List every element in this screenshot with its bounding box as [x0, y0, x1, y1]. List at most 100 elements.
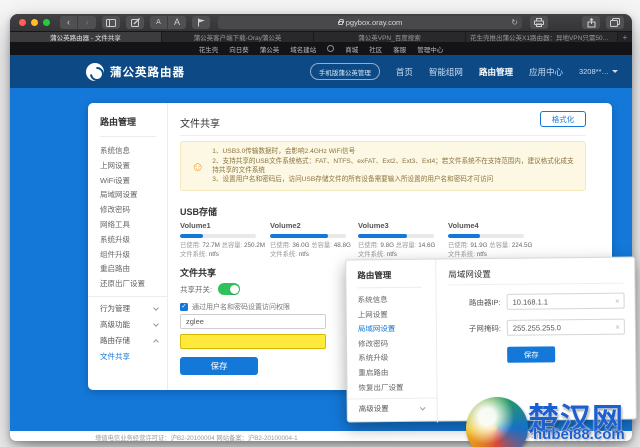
smiley-icon: ☺ [191, 158, 205, 174]
page-title: 文件共享 [180, 119, 220, 130]
popup-group-advanced[interactable]: 高级设置 [359, 402, 426, 417]
refresh-icon[interactable]: ↻ [511, 18, 518, 27]
topbar-link-mall[interactable]: 商城 [345, 44, 358, 54]
popup-title: 局域网设置 [448, 268, 491, 280]
account-menu[interactable]: 3208**… [579, 67, 618, 76]
sidebar-item-comp-upgrade[interactable]: 组件升级 [100, 248, 167, 263]
compose-button[interactable] [126, 16, 144, 29]
zoom-window-button[interactable] [43, 19, 50, 26]
auth-checkbox-checked[interactable]: ✓ [180, 303, 188, 311]
volume-stats: 已使用: 36.0G 总容量: 48.8G 文件系统: ntfs [270, 242, 351, 258]
clear-icon[interactable]: × [615, 322, 620, 331]
chevron-down-icon [153, 321, 159, 327]
account-name: 3208**… [578, 67, 609, 76]
sidebar-item-internet[interactable]: 上网设置 [100, 159, 167, 174]
tab-client-download[interactable]: 蒲公英客户端下载-Oray蒲公英 [162, 32, 314, 42]
tab-overview-button[interactable] [606, 16, 624, 29]
popup-item-lan-active[interactable]: 局域网设置 [358, 322, 436, 337]
popup-save-button[interactable]: 保存 [507, 346, 556, 363]
usb-storage-heading: USB存储 [180, 207, 218, 217]
sidebar-item-sys-upgrade[interactable]: 系统升级 [100, 233, 167, 248]
license-text: 增值电信业务经营许可证：沪B2-20100004 网站备案：沪B2-201000… [95, 435, 298, 442]
popup-item-password[interactable]: 修改密码 [358, 336, 436, 351]
tab-baidu-search[interactable]: 蒲公英VPN_百度搜索 [314, 32, 466, 42]
lock-icon [337, 18, 344, 25]
divider [357, 286, 422, 289]
notice-line-3: 3、设置用户名和密码后，访问USB存储文件的所有设备需要输入所设置的用户名和密码… [212, 176, 494, 184]
router-ip-label: 路由器IP: [468, 297, 501, 307]
sidebar-item-factory-reset[interactable]: 还原出厂设置 [100, 277, 167, 292]
sidebar-item-wifi[interactable]: WiFi设置 [100, 174, 167, 189]
topbar-link-community[interactable]: 社区 [369, 44, 382, 54]
new-tab-button[interactable]: + [618, 32, 632, 42]
sidebar-item-system-info[interactable]: 系统信息 [100, 144, 167, 159]
topbar-link-console[interactable]: 管理中心 [417, 44, 443, 54]
subnet-mask-value: 255.255.255.0 [512, 322, 561, 333]
volume-name: Volume2 [270, 221, 301, 230]
increase-font-button[interactable]: A [168, 16, 186, 29]
volume-progressbar [448, 234, 524, 238]
back-button[interactable]: ‹ [60, 16, 78, 29]
sidebar-group-behavior[interactable]: 行为管理 [100, 301, 159, 317]
popup-item-factory-reset[interactable]: 恢复出厂设置 [358, 380, 436, 395]
popup-item-reboot[interactable]: 重启路由 [358, 366, 436, 381]
address-bar[interactable]: pgybox.oray.com ↻ [218, 16, 522, 29]
nav-smart-network[interactable]: 智能组网 [429, 66, 463, 78]
divider [100, 136, 156, 137]
pencil-icon [130, 18, 140, 27]
sidebar-item-file-sharing-active[interactable]: 文件共享 [100, 349, 167, 365]
dandelion-logo-icon [86, 62, 104, 81]
save-button[interactable]: 保存 [180, 357, 258, 375]
sidebar-item-reboot[interactable]: 重启路由 [100, 262, 167, 277]
sidebar-item-lan[interactable]: 局域网设置 [100, 188, 167, 203]
popup-item-internet[interactable]: 上网设置 [358, 307, 436, 322]
volume-name: Volume4 [448, 221, 479, 230]
router-sidebar: 路由管理 系统信息 上网设置 WiFi设置 局域网设置 修改密码 网络工具 系统… [88, 103, 168, 390]
popup-item-sys-upgrade[interactable]: 系统升级 [358, 351, 436, 366]
nav-router-manage[interactable]: 路由管理 [479, 66, 513, 78]
nav-home[interactable]: 首页 [396, 66, 413, 78]
volume-name: Volume3 [358, 221, 389, 230]
divider [347, 397, 438, 400]
topbar-link-support[interactable]: 客服 [393, 44, 406, 54]
sidebar-item-net-tools[interactable]: 网络工具 [100, 218, 167, 233]
username-input[interactable] [180, 314, 326, 329]
popup-item-system-info[interactable]: 系统信息 [358, 293, 436, 308]
divider [448, 282, 625, 286]
tab-file-sharing[interactable]: 蒲公英路由器 - 文件共享 [10, 32, 162, 42]
brand[interactable]: 蒲公英路由器 [86, 62, 185, 81]
subnet-mask-label: 子网掩码: [468, 323, 501, 333]
share-button[interactable] [582, 16, 600, 29]
close-window-button[interactable] [19, 19, 26, 26]
tab-news-article[interactable]: 花生壳推出蒲公英X1路由器：异地VPN只需50秒_... [466, 32, 618, 42]
extension-button[interactable] [192, 16, 210, 29]
format-button[interactable]: 格式化 [540, 111, 586, 127]
router-ip-value: 10.168.1.1 [512, 296, 549, 307]
mobile-manage-pill[interactable]: 手机版蒲公英管理 [309, 63, 380, 80]
password-input-highlighted[interactable] [180, 334, 326, 349]
topbar-link-domain[interactable]: 域名建站 [290, 44, 316, 54]
tabs-icon [610, 18, 620, 27]
router-ip-input[interactable]: 10.168.1.1 × [506, 292, 625, 310]
share-switch-label: 共享开关: [180, 284, 213, 294]
print-button[interactable] [530, 16, 548, 29]
topbar-link-xiangrikui[interactable]: 向日葵 [229, 44, 249, 54]
sidebar-item-password[interactable]: 修改密码 [100, 203, 167, 218]
decrease-font-button[interactable]: A [150, 16, 168, 29]
screenshot-stage: ‹ › A A pgybox.oray.com ↻ 蒲公英路由器 - 文件共享 … [0, 0, 640, 447]
sidebar-group-storage[interactable]: 路由存储 [100, 333, 159, 349]
forward-button[interactable]: › [78, 16, 96, 29]
subnet-mask-input[interactable]: 255.255.255.0 × [506, 318, 625, 336]
minimize-window-button[interactable] [31, 19, 38, 26]
share-toggle-on[interactable] [218, 283, 241, 295]
sidebar-toggle-button[interactable] [102, 16, 120, 29]
volume-4: Volume4 已使用: 91.9G 总容量: 224.5G 文件系统: ntf… [448, 221, 532, 259]
topbar-link-pugongying[interactable]: 蒲公英 [260, 44, 280, 54]
divider [88, 295, 168, 297]
clear-icon[interactable]: × [615, 296, 620, 305]
nav-app-center[interactable]: 应用中心 [529, 66, 563, 78]
popup-sidebar-title: 路由管理 [357, 270, 392, 281]
volume-stats: 已使用: 9.8G 总容量: 14.6G 文件系统: ntfs [358, 242, 436, 258]
topbar-link-huashengke[interactable]: 花生壳 [199, 44, 219, 54]
sidebar-group-advanced[interactable]: 高级功能 [100, 317, 159, 333]
